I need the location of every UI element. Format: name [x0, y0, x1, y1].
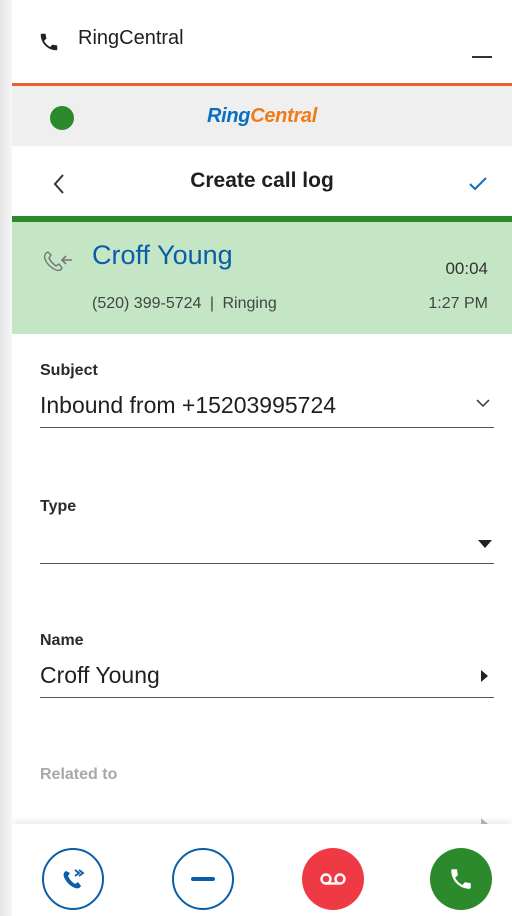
name-field: Name Croff Young: [40, 632, 494, 698]
name-selector[interactable]: Croff Young: [40, 658, 494, 698]
window-edge: [0, 0, 12, 916]
related-to-field: Related to: [40, 766, 494, 832]
inbound-call-icon: [43, 251, 72, 272]
presence-status-indicator[interactable]: [50, 106, 74, 130]
phone-icon: [40, 33, 58, 50]
title-bar: RingCentral: [12, 0, 512, 86]
caller-phone: (520) 399-5724: [92, 295, 202, 312]
answer-call-button[interactable]: [430, 848, 492, 910]
back-chevron-icon[interactable]: [50, 172, 68, 196]
ringcentral-logo: RingCentral: [206, 104, 318, 127]
call-duration: 00:04: [445, 259, 488, 278]
call-info-panel: Croff Young 00:04 (520) 399-5724 | Ringi…: [12, 222, 512, 334]
subject-label: Subject: [40, 362, 98, 379]
caller-name-link[interactable]: Croff Young: [92, 240, 233, 271]
type-label: Type: [40, 498, 77, 515]
call-time: 1:27 PM: [428, 295, 488, 312]
subject-select[interactable]: Inbound from +15203995724: [40, 388, 494, 428]
type-select[interactable]: [40, 524, 494, 564]
subject-value: Inbound from +15203995724: [40, 392, 337, 418]
name-label: Name: [40, 632, 84, 649]
call-action-bar: [12, 824, 512, 916]
call-meta: (520) 399-5724 | Ringing: [92, 295, 277, 313]
minimize-button[interactable]: [472, 56, 492, 58]
phone-icon: [451, 869, 471, 889]
forward-call-button[interactable]: [42, 848, 104, 910]
type-field: Type: [40, 498, 494, 564]
caret-right-icon[interactable]: [481, 670, 488, 682]
page-header: Create call log: [12, 146, 512, 222]
voicemail-icon: [320, 873, 346, 885]
ignore-call-button[interactable]: [172, 848, 234, 910]
brand-bar: RingCentral: [12, 86, 512, 146]
call-status: Ringing: [222, 295, 277, 312]
voicemail-button[interactable]: [302, 848, 364, 910]
chevron-down-icon[interactable]: [476, 398, 490, 408]
name-value: Croff Young: [40, 662, 160, 688]
minus-icon: [191, 877, 215, 881]
subject-field: Subject Inbound from +15203995724: [40, 362, 494, 428]
save-check-icon[interactable]: [468, 176, 488, 192]
page-title: Create call log: [190, 169, 334, 192]
dropdown-caret-icon[interactable]: [478, 540, 492, 548]
app-window: RingCentral RingCentral Create call log …: [12, 0, 512, 916]
meta-separator: |: [209, 295, 215, 312]
related-to-label: Related to: [40, 766, 118, 783]
app-title: RingCentral: [78, 27, 184, 49]
forward-call-icon: [63, 869, 85, 889]
